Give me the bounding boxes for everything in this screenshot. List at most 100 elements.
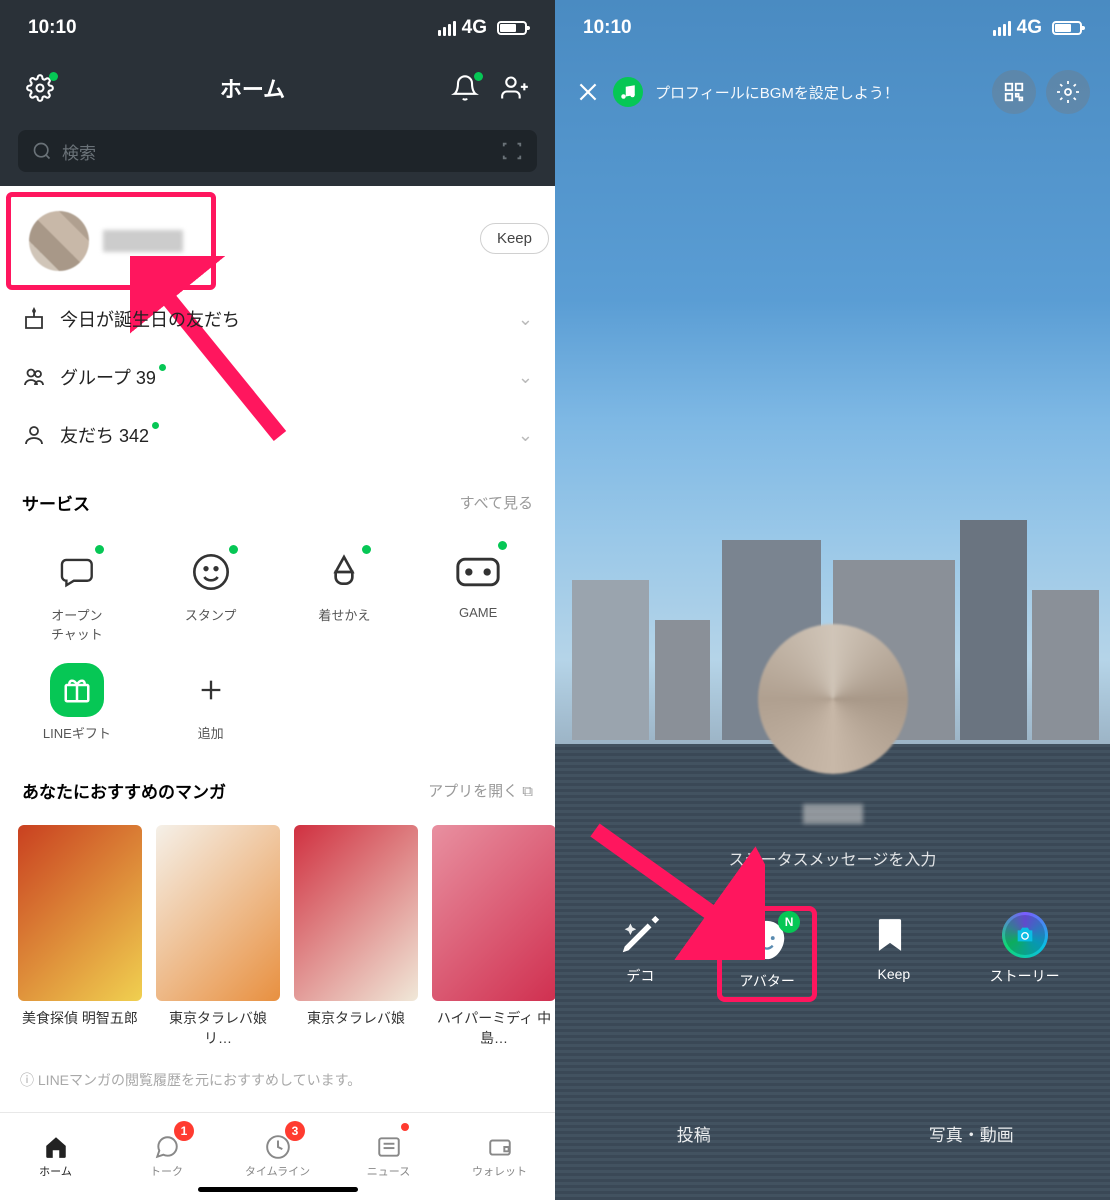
dark-header: 10:10 4G ホーム — [0, 0, 555, 186]
service-game[interactable]: GAME — [411, 535, 545, 653]
search-input[interactable]: 検索 — [18, 130, 537, 172]
status-right: 4G — [993, 17, 1082, 39]
profile-highlight — [6, 192, 216, 290]
manga-title: 東京タラレバ娘 — [294, 1009, 418, 1029]
header-row: ホーム — [0, 56, 555, 120]
action-deco[interactable]: デコ — [590, 912, 690, 996]
manga-cover — [156, 825, 280, 1001]
my-profile-button[interactable] — [11, 197, 211, 285]
recommendation-note: ⓘ LINEマンガの閲覧履歴を元におすすめしています。 — [0, 1056, 555, 1104]
profile-header: プロフィールにBGMを設定しよう！ — [555, 70, 1110, 114]
pencil-sparkle-icon — [617, 912, 663, 958]
news-dot — [401, 1123, 409, 1131]
status-right: 4G — [438, 17, 527, 39]
close-icon[interactable] — [575, 79, 601, 105]
manga-header: あなたにおすすめのマンガ アプリを開く ⧉ — [0, 752, 555, 817]
manga-item[interactable]: 東京タラレバ娘 リ… — [156, 825, 280, 1048]
battery-icon — [1052, 21, 1082, 35]
service-title: サービス — [22, 490, 90, 515]
manga-title: 美食探偵 明智五郎 — [18, 1009, 142, 1029]
gift-icon — [50, 663, 104, 717]
status-time: 10:10 — [583, 17, 632, 39]
home-indicator — [198, 1187, 358, 1192]
manga-cover — [18, 825, 142, 1001]
action-avatar[interactable]: N アバター — [717, 906, 817, 1002]
manga-title: 東京タラレバ娘 リ… — [156, 1009, 280, 1048]
group-icon — [22, 365, 46, 389]
bookmark-icon — [871, 912, 917, 958]
tab-home[interactable]: ホーム — [0, 1113, 111, 1200]
profile-name — [803, 804, 863, 824]
manga-item[interactable]: 東京タラレバ娘 — [294, 825, 418, 1048]
network-label: 4G — [462, 17, 487, 39]
home-screen: 10:10 4G ホーム — [0, 0, 555, 1200]
open-app-button[interactable]: アプリを開く ⧉ — [428, 780, 533, 801]
status-bar: 10:10 4G — [0, 0, 555, 56]
cake-icon — [22, 307, 46, 331]
brush-icon — [317, 545, 371, 599]
manga-item[interactable]: 美食探偵 明智五郎 — [18, 825, 142, 1048]
scan-icon[interactable] — [501, 140, 523, 162]
service-stamp[interactable]: スタンプ — [144, 535, 278, 653]
profile-avatar[interactable] — [758, 624, 908, 774]
manga-cover — [432, 825, 555, 1001]
smiley-icon — [184, 545, 238, 599]
avatar-face-icon: N — [744, 917, 790, 963]
tab-post[interactable]: 投稿 — [555, 1107, 833, 1160]
service-gift[interactable]: LINEギフト — [10, 653, 144, 752]
service-openchat[interactable]: オープン チャット — [10, 535, 144, 653]
see-all-button[interactable]: すべて見る — [460, 492, 533, 513]
openchat-icon — [50, 545, 104, 599]
profile-bottom-tabs: 投稿 写真・動画 — [555, 1107, 1110, 1160]
signal-icon — [993, 21, 1011, 36]
manga-list[interactable]: 美食探偵 明智五郎東京タラレバ娘 リ… 東京タラレバ娘ハイパーミディ 中島… — [0, 817, 555, 1056]
gamepad-icon — [451, 545, 505, 599]
birthday-label: 今日が誕生日の友だち — [60, 306, 240, 332]
settings-icon[interactable] — [1046, 70, 1090, 114]
signal-icon — [438, 21, 456, 36]
chevron-down-icon: ⌄ — [518, 367, 533, 388]
battery-icon — [497, 21, 527, 35]
qr-icon[interactable] — [992, 70, 1036, 114]
search-row: 検索 — [0, 120, 555, 186]
network-label: 4G — [1017, 17, 1042, 39]
home-icon — [41, 1134, 71, 1160]
service-kisekae[interactable]: 着せかえ — [278, 535, 412, 653]
status-bar: 10:10 4G — [555, 0, 1110, 56]
tab-wallet[interactable]: ウォレット — [444, 1113, 555, 1200]
manga-title: あなたにおすすめのマンガ — [22, 778, 226, 803]
timeline-badge: 3 — [285, 1121, 305, 1141]
settings-icon[interactable] — [26, 74, 54, 102]
service-add[interactable]: 追加 — [144, 653, 278, 752]
profile-actions: デコ N アバター Keep ストーリー — [555, 912, 1110, 996]
action-keep[interactable]: Keep — [844, 912, 944, 996]
chevron-down-icon: ⌄ — [518, 309, 533, 330]
tab-media[interactable]: 写真・動画 — [833, 1107, 1110, 1160]
birthday-friends-row[interactable]: 今日が誕生日の友だち ⌄ — [0, 290, 555, 348]
friends-row[interactable]: 友だち 342 ⌄ — [0, 406, 555, 464]
manga-item[interactable]: ハイパーミディ 中島… — [432, 825, 555, 1048]
search-icon — [32, 141, 52, 161]
service-header: サービス すべて見る — [0, 464, 555, 529]
avatar — [29, 211, 89, 271]
new-badge: N — [778, 911, 800, 933]
groups-row[interactable]: グループ 39 ⌄ — [0, 348, 555, 406]
tab-bar: ホーム 1 トーク 3 タイムライン ニュース ウォレット — [0, 1112, 555, 1200]
news-icon — [374, 1134, 404, 1160]
manga-cover — [294, 825, 418, 1001]
status-time: 10:10 — [28, 17, 77, 39]
manga-title: ハイパーミディ 中島… — [432, 1009, 555, 1048]
bgm-prompt[interactable]: プロフィールにBGMを設定しよう！ — [655, 82, 899, 103]
person-icon — [22, 423, 46, 447]
wallet-icon — [485, 1134, 515, 1160]
page-title: ホーム — [54, 72, 451, 104]
search-placeholder: 検索 — [62, 139, 96, 164]
status-message-input[interactable]: ステータスメッセージを入力 — [555, 846, 1110, 870]
bell-icon[interactable] — [451, 74, 479, 102]
add-friend-icon[interactable] — [501, 74, 529, 102]
talk-badge: 1 — [174, 1121, 194, 1141]
chevron-down-icon: ⌄ — [518, 425, 533, 446]
groups-label: グループ 39 — [60, 364, 166, 390]
action-story[interactable]: ストーリー — [975, 912, 1075, 996]
keep-button[interactable]: Keep — [480, 223, 549, 254]
